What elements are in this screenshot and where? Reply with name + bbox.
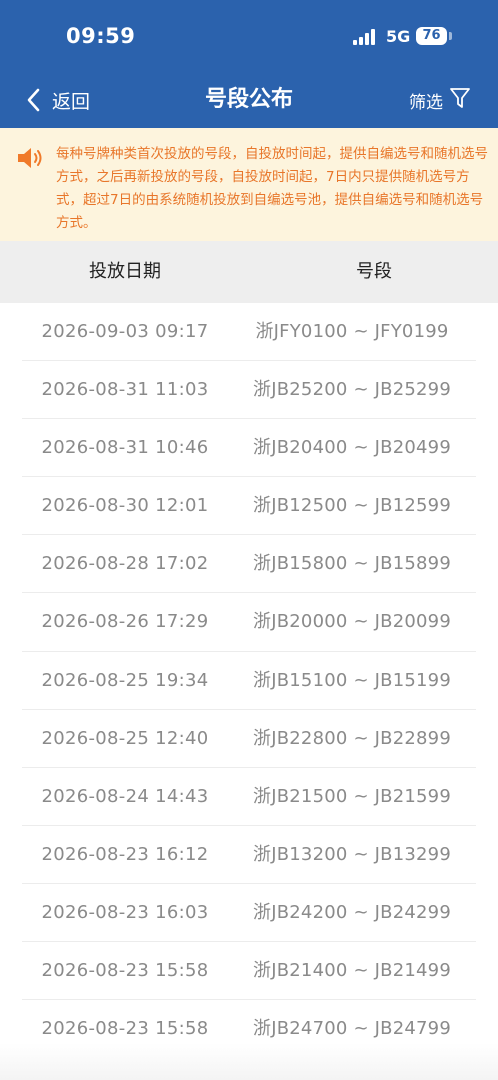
- row-date: 2026-08-26 17:29: [41, 611, 209, 633]
- column-header-date: 投放日期: [89, 261, 161, 282]
- row-segment: 浙JB20000 ~ JB20099: [253, 611, 451, 633]
- signal-icon: [353, 29, 379, 45]
- table-row[interactable]: 2026-08-24 14:43 浙JB21500 ~ JB21599: [0, 768, 498, 826]
- row-segment: 浙JB15100 ~ JB15199: [253, 669, 451, 691]
- row-date: 2026-08-24 14:43: [41, 785, 209, 807]
- row-date: 2026-08-31 10:46: [41, 437, 209, 459]
- filter-funnel-icon: [449, 86, 471, 114]
- row-date: 2026-08-25 12:40: [41, 727, 209, 749]
- back-button[interactable]: 返回: [26, 84, 90, 116]
- row-segment: 浙JFY0100 ~ JFY0199: [255, 321, 449, 342]
- column-header-segment: 号段: [356, 261, 392, 282]
- battery-tip: [449, 32, 452, 40]
- row-date: 2026-09-03 09:17: [41, 321, 209, 342]
- row-segment: 浙JB21400 ~ JB21499: [253, 960, 451, 982]
- row-segment: 浙JB21500 ~ JB21599: [253, 785, 451, 807]
- table-row[interactable]: 2026-08-25 19:34 浙JB15100 ~ JB15199: [0, 652, 498, 710]
- notice-text: 每种号牌种类首次投放的号段，自投放时间起，提供自编选号和随机选号方式，之后再新投…: [56, 146, 488, 231]
- table-row[interactable]: 2026-08-31 11:03 浙JB25200 ~ JB25299: [0, 361, 498, 420]
- table-row[interactable]: 2026-08-30 12:01 浙JB12500 ~ JB12599: [0, 477, 498, 536]
- speaker-icon: [16, 146, 46, 174]
- back-chevron-icon: [26, 88, 40, 112]
- row-segment: 浙JB25200 ~ JB25299: [253, 379, 451, 401]
- table-header: 投放日期 号段: [0, 241, 498, 303]
- row-segment: 浙JB15800 ~ JB15899: [253, 553, 451, 575]
- row-date: 2026-08-23 15:58: [41, 960, 209, 982]
- network-label: 5G: [386, 27, 411, 46]
- row-segment: 浙JB24200 ~ JB24299: [253, 901, 451, 923]
- row-segment: 浙JB13200 ~ JB13299: [253, 843, 451, 865]
- table-row[interactable]: 2026-08-23 16:03 浙JB24200 ~ JB24299: [0, 884, 498, 943]
- row-date: 2026-08-25 19:34: [41, 669, 209, 691]
- table-row[interactable]: 2026-08-26 17:29 浙JB20000 ~ JB20099: [0, 593, 498, 652]
- battery-icon: 76: [416, 27, 447, 45]
- status-time: 09:59: [66, 24, 136, 48]
- filter-button[interactable]: 筛选: [409, 86, 471, 114]
- table-row[interactable]: 2026-08-23 15:58 浙JB21400 ~ JB21499: [0, 942, 498, 1001]
- row-date: 2026-08-23 16:03: [41, 901, 209, 923]
- row-date: 2026-08-23 16:12: [41, 843, 209, 865]
- bottom-fade: [0, 1043, 498, 1080]
- table-row[interactable]: 2026-08-28 17:02 浙JB15800 ~ JB15899: [0, 535, 498, 594]
- table-row[interactable]: 2026-08-23 16:12 浙JB13200 ~ JB13299: [0, 826, 498, 885]
- table-row[interactable]: 2026-09-03 09:17 浙JFY0100 ~ JFY0199: [0, 303, 498, 362]
- app-header: 09:59 5G 76 返回 号段公布 筛选: [0, 0, 498, 128]
- filter-label: 筛选: [409, 92, 443, 113]
- row-date: 2026-08-31 11:03: [41, 379, 209, 401]
- back-label: 返回: [52, 90, 91, 113]
- row-date: 2026-08-30 12:01: [41, 495, 209, 517]
- row-segment: 浙JB20400 ~ JB20499: [253, 437, 451, 459]
- table-row[interactable]: 2026-08-25 12:40 浙JB22800 ~ JB22899: [0, 710, 498, 768]
- segment-list: 2026-09-03 09:17 浙JFY0100 ~ JFY0199 2026-…: [0, 303, 498, 1059]
- table-row[interactable]: 2026-08-31 10:46 浙JB20400 ~ JB20499: [0, 419, 498, 478]
- row-segment: 浙JB12500 ~ JB12599: [253, 495, 451, 517]
- row-date: 2026-08-28 17:02: [41, 553, 209, 575]
- row-segment: 浙JB22800 ~ JB22899: [253, 727, 451, 749]
